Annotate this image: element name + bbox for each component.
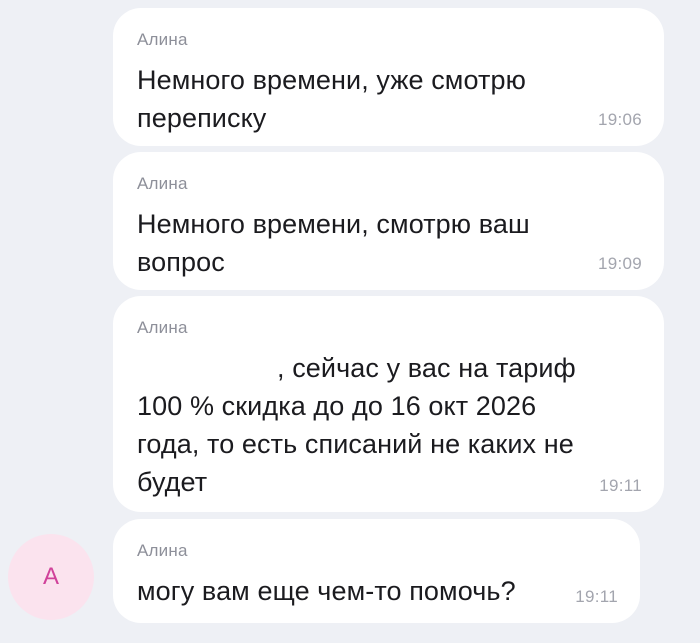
message-bubble[interactable]: Алина Немного времени, смотрю ваш вопрос… <box>113 152 664 290</box>
sender-name: Алина <box>137 30 188 49</box>
message-bubble[interactable]: Алина могу вам еще чем-то помочь? 19:11 <box>113 519 640 623</box>
sender-name: Алина <box>137 174 188 193</box>
avatar-letter: А <box>42 563 59 590</box>
sender-name: Алина <box>137 318 188 337</box>
redacted-name <box>137 355 277 381</box>
message-text: Немного времени, уже смотрю переписку <box>137 65 526 133</box>
message-bubble[interactable]: Алина , сейчас у вас на тариф 100 % скид… <box>113 296 664 512</box>
message-text: могу вам еще чем-то помочь? <box>137 576 516 606</box>
message-text: , сейчас у вас на тариф 100 % скидка до … <box>137 349 577 501</box>
message-time: 19:11 <box>575 587 618 606</box>
message-text: Немного времени, смотрю ваш вопрос <box>137 209 530 277</box>
avatar: А <box>8 534 94 620</box>
message-time: 19:06 <box>597 110 642 129</box>
message-time: 19:09 <box>597 254 642 273</box>
message-bubble[interactable]: Алина Немного времени, уже смотрю перепи… <box>113 8 664 146</box>
sender-name: Алина <box>137 541 188 560</box>
message-time: 19:11 <box>599 476 642 495</box>
